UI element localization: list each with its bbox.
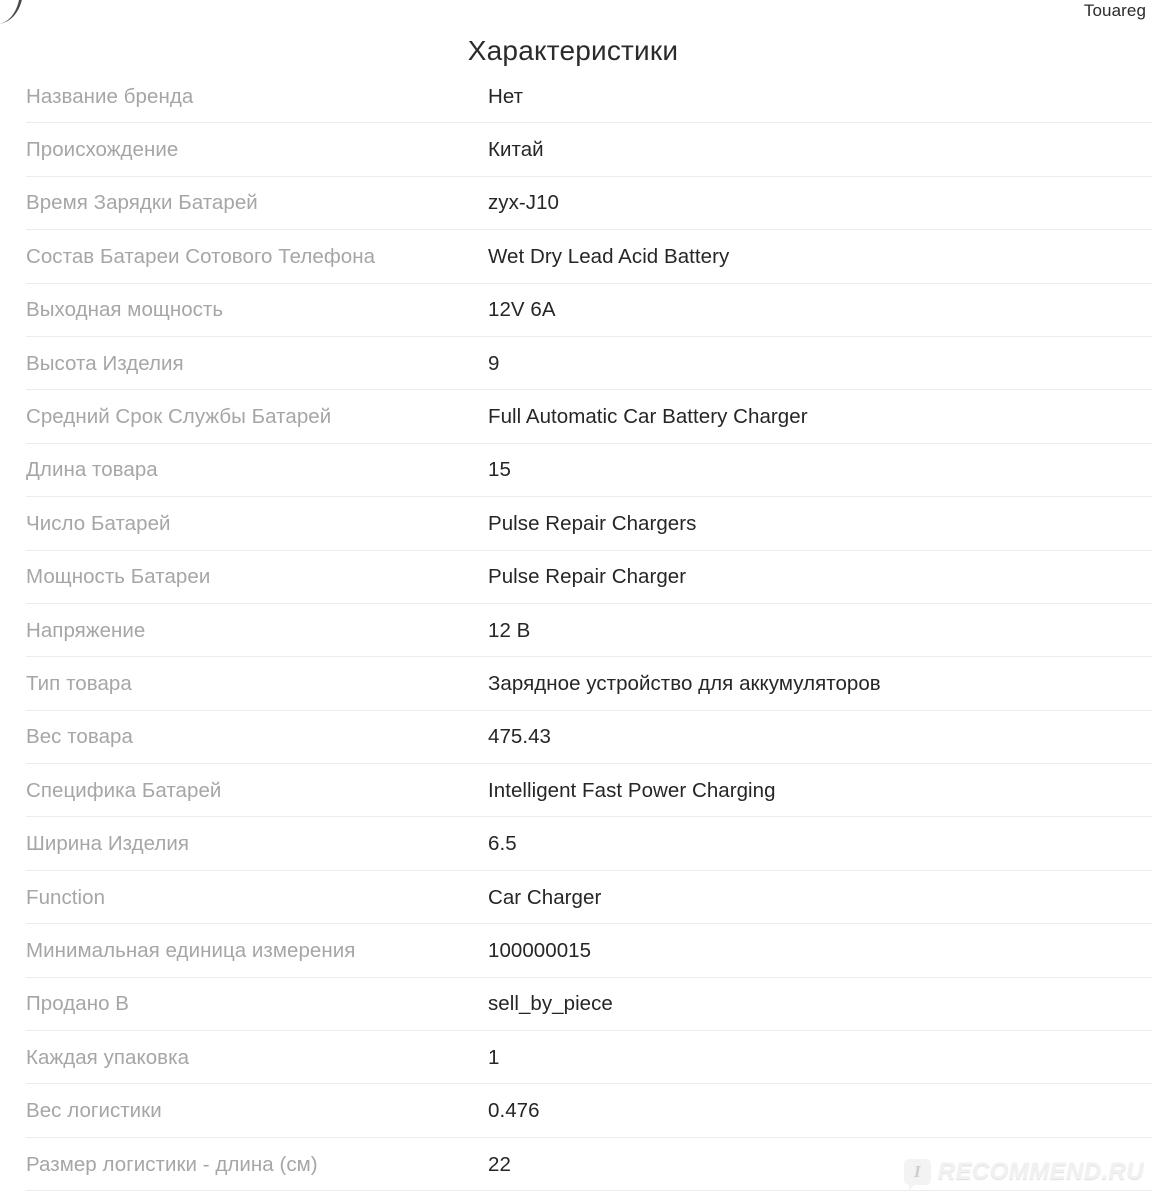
table-row: Размер логистики - длина (см) 22 (0, 1138, 1152, 1192)
spec-value: Зарядное устройство для аккумуляторов (488, 671, 881, 695)
table-row: Ширина Изделия 6.5 (0, 817, 1152, 872)
spec-value: Full Automatic Car Battery Charger (488, 405, 808, 429)
spec-value: Car Charger (488, 885, 602, 909)
spec-label: Каждая упаковка (26, 1045, 190, 1069)
table-row: Название бренда Нет (0, 70, 1152, 124)
spec-label: Вес логистики (26, 1099, 162, 1123)
spec-label: Название бренда (26, 84, 194, 108)
page-title: Характеристики (467, 34, 679, 66)
table-row: Напряжение 12 В (0, 604, 1152, 658)
spec-label: Высота Изделия (26, 351, 184, 375)
spec-label: Function (26, 885, 106, 909)
table-row: Тип товара Зарядное устройство для аккуму… (0, 657, 1152, 712)
spec-label: Длина товара (26, 458, 158, 482)
table-row: Состав Батареи Сотового Телефона Wet Dry … (0, 230, 1152, 284)
spec-value: Нет (488, 84, 524, 108)
spec-value: zyx-J10 (488, 191, 559, 215)
spec-value: Wet Dry Lead Acid Battery (488, 244, 730, 268)
table-row: Мощность Батареи Pulse Repair Charger (0, 551, 1152, 605)
spec-value: sell_by_piece (488, 992, 613, 1016)
specifications-table: Название бренда Нет Происхождение Китай Врем… (0, 70, 1152, 1192)
table-row: Высота Изделия 9 (0, 337, 1152, 391)
spec-value: Pulse Repair Charger (488, 565, 687, 589)
spec-label: Число Батарей (26, 511, 171, 535)
spec-label: Вес товара (26, 725, 133, 749)
table-row: Длина товара 15 (0, 444, 1152, 498)
spec-label: Специфика Батарей (26, 778, 222, 802)
spec-value: 22 (488, 1152, 511, 1176)
table-row: Каждая упаковка 1 (0, 1031, 1152, 1085)
spec-value: 6.5 (488, 832, 517, 856)
spec-label: Минимальная единица измерения (26, 938, 356, 962)
spec-label: Напряжение (26, 618, 146, 642)
spec-value: 9 (488, 351, 500, 375)
spec-value: 475.43 (488, 725, 552, 749)
spec-value: 15 (488, 458, 511, 482)
spec-value: 100000015 (488, 938, 592, 962)
spec-label: Ширина Изделия (26, 832, 190, 856)
spec-label: Продано В (26, 992, 129, 1016)
table-row: Специфика Батарей Intelligent Fast Power … (0, 764, 1152, 818)
page-header: Touareg Характеристики (0, 0, 1152, 70)
table-row: Число Батарей Pulse Repair Chargers (0, 497, 1152, 551)
spec-label: Выходная мощность (26, 298, 224, 322)
spec-value: Pulse Repair Chargers (488, 511, 697, 535)
table-row: Время Зарядки Батарей zyx-J10 (0, 177, 1152, 231)
table-row: Происхождение Китай (0, 123, 1152, 178)
spec-label: Время Зарядки Батарей (26, 191, 258, 215)
table-row: Вес логистики 0.476 (0, 1084, 1152, 1139)
header-corner-label: Touareg (1083, 1, 1146, 20)
spec-label: Состав Батареи Сотового Телефона (26, 244, 376, 268)
spec-value: 12 В (488, 618, 531, 642)
spec-label: Мощность Батареи (26, 565, 211, 589)
spec-value: 1 (488, 1045, 500, 1069)
spec-value: Китай (488, 138, 544, 162)
spec-label: Размер логистики - длина (см) (26, 1152, 318, 1176)
table-row: Минимальная единица измерения 100000015 (0, 924, 1152, 979)
table-row: Function Car Charger (0, 871, 1152, 925)
table-row: Выходная мощность 12V 6A (0, 284, 1152, 338)
spec-value: 0.476 (488, 1099, 540, 1123)
table-row: Вес товара 475.43 (0, 711, 1152, 765)
spec-label: Происхождение (26, 138, 179, 162)
spec-value: 12V 6A (488, 298, 556, 322)
spec-value: Intelligent Fast Power Charging (488, 778, 776, 802)
table-row: Продано В sell_by_piece (0, 978, 1152, 1032)
spec-label: Тип товара (26, 671, 132, 695)
table-row: Средний Срок Службы Батарей Full Automati… (0, 390, 1152, 445)
spec-label: Средний Срок Службы Батарей (26, 405, 332, 429)
